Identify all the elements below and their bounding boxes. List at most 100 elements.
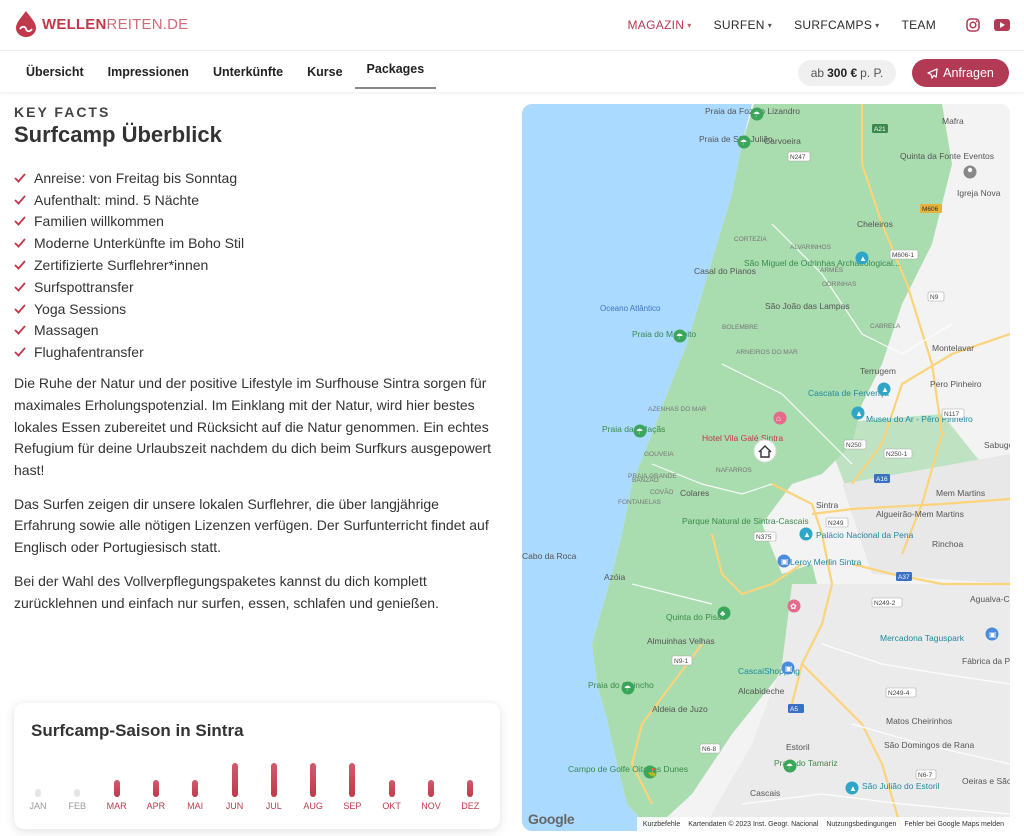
map-label-small: NAFARROS [716,467,752,474]
map-label-small: FONTANELAS [618,499,662,506]
map-pin-park[interactable]: ♣ [717,606,731,620]
road-shield: N117 [941,408,965,419]
map-pin-location[interactable] [963,165,977,179]
map-pin-attraction[interactable]: ▲ [851,406,865,420]
map-label-place: Azóia [604,572,626,582]
description-paragraph: Das Surfen zeigen dir unsere lokalen Sur… [14,495,489,556]
description-paragraph: Die Ruhe der Natur und der positive Life… [14,375,492,478]
svg-text:▣: ▣ [785,664,793,673]
road-shield: M606-1 [889,249,919,260]
section-eyebrow: KEY FACTS [14,104,111,120]
map-label-ocean: Oceano Atlântico [600,304,661,313]
surfhouse-marker[interactable] [753,439,777,463]
road-shield: N6-7 [915,769,937,780]
season-bar-nov [428,780,434,797]
map-pin-attraction[interactable]: ▲ [855,251,869,265]
season-bar-sep [349,763,356,797]
map-pin-attraction[interactable]: ▲ [845,781,859,795]
map-terms-link[interactable]: Nutzungsbedingungen [826,821,896,828]
map-pin-hotel[interactable]: ✿ [787,599,801,613]
map-pin-shop[interactable]: ▣ [777,554,791,568]
list-item: Familien willkommen [14,211,504,233]
nav-item-magazin[interactable]: MAGAZIN ▾ [628,18,692,32]
map-label-place: Carvoeira [764,136,801,146]
svg-text:☂: ☂ [786,762,793,771]
svg-text:▣: ▣ [781,557,789,566]
season-month-label: JUN [225,801,244,811]
map-report-link[interactable]: Fehler bei Google Maps melden [904,821,1004,828]
map-label-place: Matos Cheirinhos [886,716,952,726]
map-pin-beach[interactable]: ☂ [737,135,751,149]
svg-text:A5: A5 [790,706,798,713]
map-attribution: Kurzbefehle Kartendaten © 2023 Inst. Geo… [636,817,1010,831]
list-item: Yoga Sessions [14,298,504,320]
map-label-small: BOLEMBRE [722,324,759,331]
check-icon [14,195,26,205]
tab-unterkuenfte[interactable]: Unterkünfte [201,51,295,93]
map-label-small: ARNEIROS DO MAR [736,349,798,356]
map-pin-attraction[interactable]: ▲ [799,527,813,541]
map-label-place: Cascata de Fervença [808,388,889,398]
map-pin-beach[interactable]: ☂ [621,681,635,695]
svg-text:N6-7: N6-7 [918,772,932,779]
season-bar-dez [467,780,474,797]
map-pin-beach[interactable]: ☂ [633,424,647,438]
road-shield: N250-1 [883,448,913,459]
paper-plane-icon [927,67,938,79]
tab-kurse[interactable]: Kurse [295,51,354,93]
list-item: Moderne Unterkünfte im Boho Stil [14,232,504,254]
tab-uebersicht[interactable]: Übersicht [14,51,96,93]
svg-text:N6-8: N6-8 [702,746,716,753]
map-label-place: Almuinhas Velhas [647,636,715,646]
season-month-label: OKT [382,801,401,811]
map-pin-beach[interactable]: ☂ [750,107,764,121]
map-pin-shop[interactable]: ▣ [985,627,999,641]
map-label-small: ARMÊS [820,265,844,274]
road-shield: N9 [927,291,945,302]
section-tabs: Übersicht Impressionen Unterkünfte Kurse… [14,51,437,93]
check-icon [14,216,26,227]
list-item: Zertifizierte Surflehrer*innen [14,254,504,276]
tab-packages[interactable]: Packages [354,51,437,89]
map-label-small: COVÃO [650,487,673,496]
svg-text:M606: M606 [922,206,939,213]
map-pin-attraction[interactable]: ▲ [877,382,891,396]
map-label-place: Campo de Golfe Oitavos Dunes [568,764,688,774]
map-label-place: Parque Natural de Sintra-Cascais [682,516,809,526]
map-label-place: Montelavar [932,343,974,353]
instagram-icon[interactable] [966,18,980,32]
svg-text:M606-1: M606-1 [892,252,914,259]
map-pin-shop[interactable]: ▣ [781,661,795,675]
map-pin-beach[interactable]: ☂ [673,329,687,343]
key-facts-section: KEY FACTS Surfcamp Überblick Anreise: vo… [14,104,504,614]
map-label-place: Mem Martins [936,488,985,498]
map-pin-hotel[interactable]: ⌂ [773,411,787,425]
road-shield: A5 [788,704,804,713]
map-label-place: Quinta da Fonte Eventos [900,151,994,161]
map-shortcuts-link[interactable]: Kurzbefehle [643,821,680,828]
map-label-small: CABRELA [870,323,901,330]
svg-text:♣: ♣ [720,609,726,618]
svg-text:N117: N117 [944,411,959,418]
map-pin-beach[interactable]: ☂ [783,759,797,773]
tab-impressionen[interactable]: Impressionen [96,51,201,93]
nav-item-surfen[interactable]: SURFEN ▾ [714,18,772,32]
map-label-place: São Julião do Estoril [862,781,940,791]
nav-item-surfcamps[interactable]: SURFCAMPS ▾ [794,18,879,32]
location-map[interactable]: Praia da Foz do Lizandro Praia de São Ju… [522,104,1010,831]
map-canvas[interactable]: Praia da Foz do Lizandro Praia de São Ju… [522,104,1010,831]
brand-logo[interactable]: WELLENREITEN.DE [14,10,188,38]
map-pin-golf[interactable]: ⛳ [643,765,658,779]
svg-text:▲: ▲ [849,784,857,793]
svg-text:N249: N249 [828,520,844,527]
youtube-icon[interactable] [994,19,1010,31]
nav-item-team[interactable]: TEAM [901,18,936,32]
chevron-down-icon: ▾ [875,20,880,30]
road-shield: A21 [872,124,888,133]
inquiry-button[interactable]: Anfragen [912,59,1009,87]
brand-name-light: REITEN.DE [106,15,189,33]
inquiry-button-label: Anfragen [943,66,994,80]
map-label-place: Mafra [942,116,964,126]
price-suffix: p. P. [860,66,884,80]
price-prefix: ab [810,66,825,80]
